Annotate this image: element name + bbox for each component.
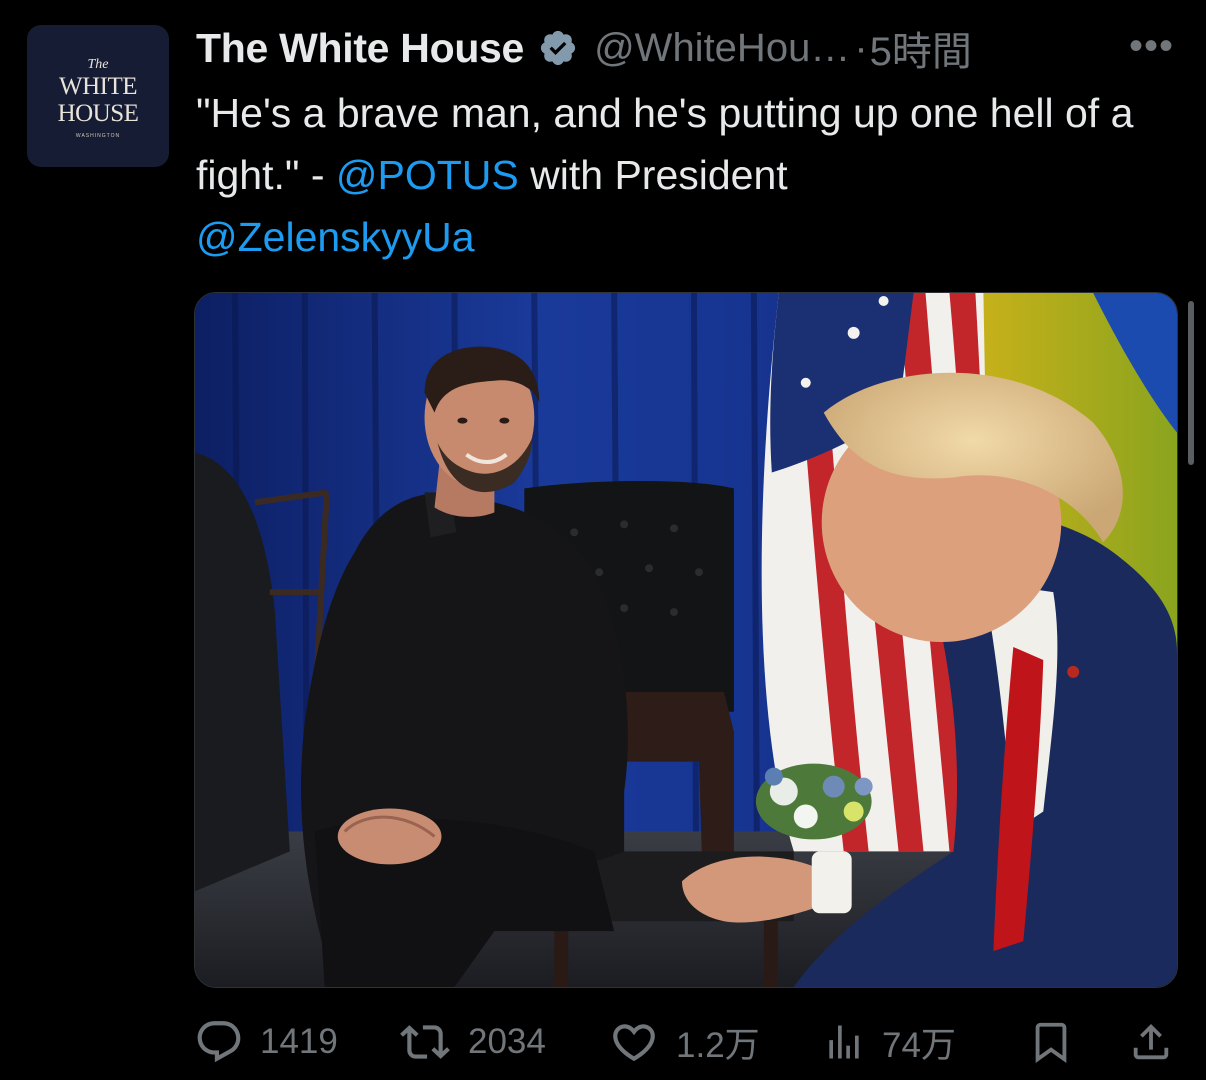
bookmark-button[interactable] (1028, 1010, 1074, 1074)
reply-count: 1419 (260, 1022, 338, 1061)
display-name[interactable]: The White House (196, 25, 524, 72)
views-count: 74万 (882, 1025, 956, 1065)
avatar-logo-the: The (87, 57, 109, 72)
retweet-button[interactable]: 2034 (398, 1010, 546, 1074)
avatar-logo-house: HOUSE (57, 100, 139, 127)
more-options-icon[interactable]: ••• (1129, 24, 1174, 69)
tweet-text: "He's a brave man, and he's putting up o… (196, 82, 1176, 268)
tweet-action-bar: 1419 2034 1.2万 74万 (194, 1010, 1184, 1074)
reply-button[interactable]: 1419 (194, 1010, 338, 1074)
like-count: 1.2万 (676, 1025, 760, 1065)
user-handle[interactable]: @WhiteHou… (594, 26, 850, 71)
like-button[interactable]: 1.2万 (608, 1010, 760, 1074)
mention-zelenskyyua[interactable]: @ZelenskyyUa (196, 214, 475, 260)
views-icon (822, 1017, 866, 1067)
scrollbar[interactable] (1188, 301, 1194, 465)
header-separator: · (854, 25, 868, 70)
tweet-timestamp[interactable]: 5時間 (870, 19, 972, 77)
tweet-header: The White House @WhiteHou… · 5時間 ••• (196, 20, 1186, 76)
mention-potus[interactable]: @POTUS (336, 152, 519, 198)
tweet-photo[interactable] (194, 292, 1178, 988)
photo-image (195, 293, 1177, 987)
views-button[interactable]: 74万 (822, 1010, 956, 1074)
verified-badge-icon[interactable] (538, 28, 578, 68)
tweet: The WHITE HOUSE WASHINGTON The White Hou… (0, 0, 1206, 1080)
profile-avatar[interactable]: The WHITE HOUSE WASHINGTON (27, 25, 169, 167)
avatar-logo-white: WHITE (58, 73, 138, 100)
tweet-text-middle: with President (518, 152, 788, 198)
reply-icon (194, 1017, 244, 1067)
share-icon (1128, 1017, 1174, 1067)
bookmark-icon (1028, 1017, 1074, 1067)
like-icon (608, 1017, 660, 1067)
avatar-logo-washington: WASHINGTON (75, 133, 121, 139)
retweet-count: 2034 (468, 1022, 546, 1061)
share-button[interactable] (1128, 1010, 1174, 1074)
retweet-icon (398, 1017, 452, 1067)
